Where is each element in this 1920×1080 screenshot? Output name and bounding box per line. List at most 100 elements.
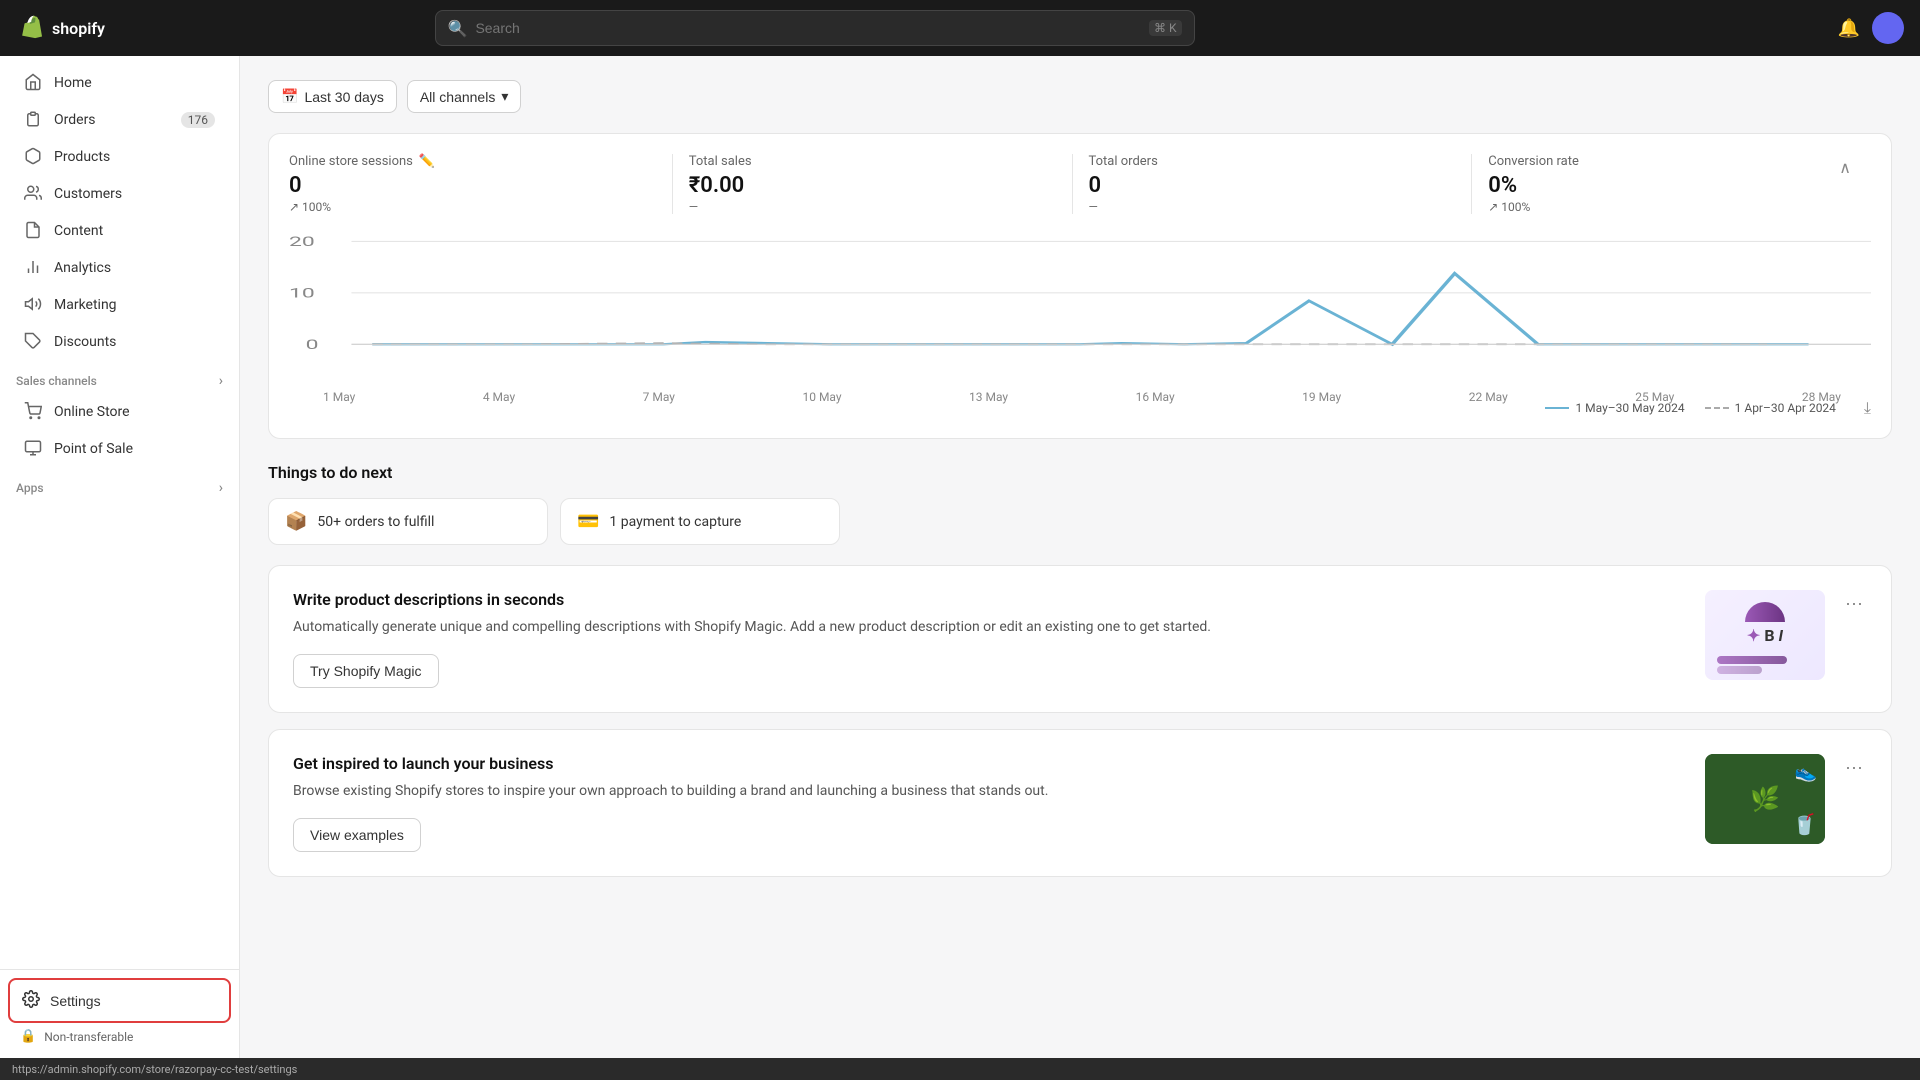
sidebar-item-content[interactable]: Content [8,213,231,249]
magic-card-menu-button[interactable]: ⋯ [1841,590,1867,619]
shopify-logo-icon [16,14,44,42]
sidebar-item-orders[interactable]: Orders 176 [8,102,231,138]
stat-change: — [689,200,1056,214]
capture-payment-card[interactable]: 💳 1 payment to capture [560,498,840,545]
chart-area: 20 10 0 1 May 4 May 7 May 10 May 13 May [289,230,1871,390]
view-examples-button[interactable]: View examples [293,818,421,852]
chevron-down-icon: ▾ [501,88,508,105]
marketing-icon [24,295,44,315]
search-input[interactable] [475,20,1141,36]
discounts-icon [24,332,44,352]
stat-total-orders: Total orders 0 — [1073,154,1473,214]
products-icon [24,147,44,167]
sidebar-item-label: Home [54,75,92,91]
fulfill-orders-label: 50+ orders to fulfill [317,514,434,530]
non-transferable-label: Non-transferable [44,1030,133,1044]
feature-card-title: Write product descriptions in seconds [293,590,1689,609]
search-icon: 🔍 [448,19,468,38]
search-bar[interactable]: 🔍 ⌘ K [435,10,1195,46]
shopify-magic-card: Write product descriptions in seconds Au… [268,565,1892,713]
settings-label: Settings [50,993,101,1009]
svg-text:20: 20 [289,234,315,249]
collapse-stats-button[interactable]: ∧ [1835,154,1855,182]
feature-card-title: Get inspired to launch your business [293,754,1689,773]
stat-conversion-rate: Conversion rate 0% ↗ 100% ∧ [1472,154,1871,214]
stat-total-sales: Total sales ₹0.00 — [673,154,1073,214]
stat-change: — [1089,200,1456,214]
status-url: https://admin.shopify.com/store/razorpay… [12,1063,297,1076]
sales-channels-chevron: › [219,373,223,389]
apps-label: Apps [16,481,44,495]
sidebar-item-home[interactable]: Home [8,65,231,101]
apps-section[interactable]: Apps › [0,468,239,500]
fulfill-orders-card[interactable]: 📦 50+ orders to fulfill [268,498,548,545]
lock-icon: 🔒 [20,1029,36,1044]
content-icon [24,221,44,241]
stat-change: ↗ 100% [1488,200,1579,214]
legend-line-dashed [1705,407,1729,409]
stat-label: Total sales [689,154,1056,169]
orders-badge: 176 [181,112,215,128]
logo-text: shopify [52,19,105,38]
edit-icon[interactable]: ✏️ [419,154,435,169]
action-cards: 📦 50+ orders to fulfill 💳 1 payment to c… [268,498,1892,545]
sales-channels-section[interactable]: Sales channels › [0,361,239,393]
sidebar-item-label: Orders [54,112,96,128]
calendar-icon: 📅 [281,88,298,105]
pos-icon [24,439,44,459]
feature-card-content: Get inspired to launch your business Bro… [293,754,1689,852]
payment-icon: 💳 [577,511,599,532]
home-icon [24,73,44,93]
sidebar-item-analytics[interactable]: Analytics [8,250,231,286]
bell-icon[interactable]: 🔔 [1838,18,1860,39]
sidebar-nav: Home Orders 176 Products Customers [0,56,239,969]
try-shopify-magic-button[interactable]: Try Shopify Magic [293,654,439,688]
settings-icon [22,990,40,1011]
sidebar-item-label: Online Store [54,404,130,420]
customers-icon [24,184,44,204]
sidebar-item-online-store[interactable]: Online Store [8,394,231,430]
stat-label: Total orders [1089,154,1456,169]
stat-label: Online store sessions ✏️ [289,154,656,169]
sidebar-item-label: Analytics [54,260,111,276]
date-range-filter[interactable]: 📅 Last 30 days [268,80,397,113]
date-range-label: Last 30 days [304,89,383,105]
orders-icon [24,110,44,130]
legend-line-solid [1545,407,1569,409]
launch-business-card: Get inspired to launch your business Bro… [268,729,1892,877]
sidebar-item-products[interactable]: Products [8,139,231,175]
sidebar-item-customers[interactable]: Customers [8,176,231,212]
try-shopify-magic-label: Try Shopify Magic [310,663,422,679]
sidebar-item-discounts[interactable]: Discounts [8,324,231,360]
view-examples-label: View examples [310,827,404,843]
feature-card-desc: Browse existing Shopify stores to inspir… [293,781,1689,802]
sidebar-item-label: Products [54,149,110,165]
channels-filter[interactable]: All channels ▾ [407,80,522,113]
stat-change: ↗ 100% [289,200,656,214]
sidebar-item-marketing[interactable]: Marketing [8,287,231,323]
stat-online-sessions: Online store sessions ✏️ 0 ↗ 100% [289,154,673,214]
stat-value: 0 [1089,173,1456,198]
box-icon: 📦 [285,511,307,532]
capture-payment-label: 1 payment to capture [609,514,741,530]
sales-channels-label: Sales channels [16,374,97,388]
sidebar-item-point-of-sale[interactable]: Point of Sale [8,431,231,467]
stat-value: 0% [1488,173,1579,198]
svg-text:0: 0 [306,337,319,352]
stat-label: Conversion rate [1488,154,1579,169]
sidebar: Home Orders 176 Products Customers [0,56,240,1058]
launch-card-menu-button[interactable]: ⋯ [1841,754,1867,783]
search-shortcut: ⌘ K [1149,20,1182,36]
x-axis-labels: 1 May 4 May 7 May 10 May 13 May 16 May 1… [289,390,1871,404]
stat-value: 0 [289,173,656,198]
svg-text:10: 10 [289,286,315,301]
analytics-icon [24,258,44,278]
avatar[interactable] [1872,12,1904,44]
sidebar-bottom: Settings 🔒 Non-transferable [0,969,239,1058]
feature-card-content: Write product descriptions in seconds Au… [293,590,1689,688]
filter-bar: 📅 Last 30 days All channels ▾ [268,80,1892,113]
status-bar: https://admin.shopify.com/store/razorpay… [0,1058,1920,1080]
stat-value: ₹0.00 [689,173,1056,198]
sidebar-item-label: Point of Sale [54,441,133,457]
settings-button[interactable]: Settings [8,978,231,1023]
